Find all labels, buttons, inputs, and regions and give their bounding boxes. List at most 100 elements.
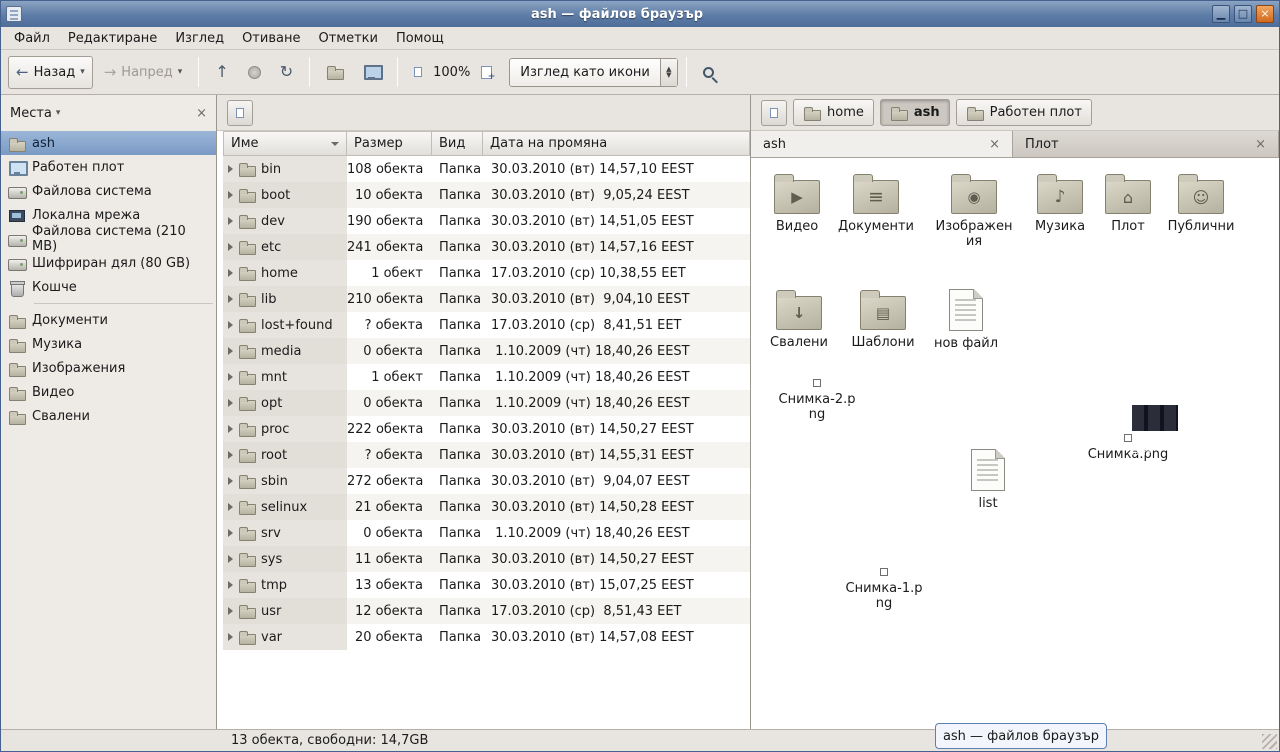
- sidebar-item[interactable]: Шифриран дял (80 GB): [1, 251, 216, 275]
- sidebar-item[interactable]: Файлова система (210 MB): [1, 227, 216, 251]
- expander-icon[interactable]: [228, 425, 233, 433]
- expander-icon[interactable]: [228, 529, 233, 537]
- breadcrumb-button[interactable]: home: [793, 99, 874, 126]
- column-header-size[interactable]: Размер: [347, 131, 432, 156]
- expander-icon[interactable]: [228, 581, 233, 589]
- icon-item[interactable]: list: [944, 446, 1032, 511]
- column-header-name[interactable]: Име: [223, 131, 347, 156]
- menu-item[interactable]: Редактиране: [59, 29, 166, 48]
- file-row[interactable]: sys 11 обекта Папка 30.03.2010 (вт) 14,5…: [223, 546, 750, 572]
- maximize-button[interactable]: □: [1234, 5, 1252, 23]
- sidebar-mode-dropdown-icon[interactable]: ▾: [56, 108, 61, 118]
- expander-icon[interactable]: [228, 607, 233, 615]
- file-row[interactable]: lib 210 обекта Папка 30.03.2010 (вт) 9,0…: [223, 286, 750, 312]
- zoom-out-button[interactable]: [406, 56, 430, 89]
- computer-button[interactable]: [355, 56, 389, 89]
- column-header-type[interactable]: Вид: [432, 131, 483, 156]
- minimize-button[interactable]: ▁: [1212, 5, 1230, 23]
- sidebar-item[interactable]: Видео: [1, 380, 216, 404]
- home-button[interactable]: [318, 56, 352, 89]
- expander-icon[interactable]: [228, 295, 233, 303]
- forward-button[interactable]: → Напред ▾: [96, 56, 191, 89]
- icon-item[interactable]: Видео: [753, 170, 841, 234]
- tab-close-icon[interactable]: ×: [1255, 138, 1266, 151]
- file-row[interactable]: opt 0 обекта Папка 1.10.2009 (чт) 18,40,…: [223, 390, 750, 416]
- file-row[interactable]: sbin 272 обекта Папка 30.03.2010 (вт) 9,…: [223, 468, 750, 494]
- sidebar-item[interactable]: Свалени: [1, 404, 216, 428]
- icon-item[interactable]: Шаблони: [839, 286, 927, 350]
- column-header-date[interactable]: Дата на промяна: [483, 131, 750, 156]
- sidebar-item[interactable]: Файлова система: [1, 179, 216, 203]
- expander-icon[interactable]: [228, 165, 233, 173]
- expander-icon[interactable]: [228, 633, 233, 641]
- icon-item[interactable]: Публични: [1157, 170, 1245, 234]
- icon-item[interactable]: GUADEC Снимка-2.png: [773, 379, 861, 422]
- file-row[interactable]: selinux 21 обекта Папка 30.03.2010 (вт) …: [223, 494, 750, 520]
- sidebar-item[interactable]: [1, 299, 216, 308]
- file-row[interactable]: etc 241 обекта Папка 30.03.2010 (вт) 14,…: [223, 234, 750, 260]
- file-row[interactable]: lost+found ? обекта Папка 17.03.2010 (ср…: [223, 312, 750, 338]
- expander-icon[interactable]: [228, 555, 233, 563]
- menu-item[interactable]: Отметки: [309, 29, 386, 48]
- up-button[interactable]: ↑: [207, 56, 236, 89]
- file-row[interactable]: mnt 1 обект Папка 1.10.2009 (чт) 18,40,2…: [223, 364, 750, 390]
- zoom-in-button[interactable]: +: [473, 56, 500, 89]
- file-row[interactable]: root ? обекта Папка 30.03.2010 (вт) 14,5…: [223, 442, 750, 468]
- location-toggle-button[interactable]: [761, 100, 787, 126]
- expander-icon[interactable]: [228, 477, 233, 485]
- file-row[interactable]: boot 10 обекта Папка 30.03.2010 (вт) 9,0…: [223, 182, 750, 208]
- reload-button[interactable]: ↻: [272, 56, 301, 89]
- view-mode-select[interactable]: Изглед като икони ▲▼: [509, 58, 678, 87]
- sidebar-item[interactable]: Кошче: [1, 275, 216, 299]
- search-button[interactable]: [695, 56, 722, 89]
- taskbar-window-button[interactable]: ash — файлов браузър: [935, 723, 1107, 749]
- breadcrumb-button[interactable]: Работен плот: [956, 99, 1092, 126]
- resize-grip[interactable]: [1262, 734, 1277, 749]
- close-button[interactable]: ×: [1256, 5, 1274, 23]
- expander-icon[interactable]: [228, 347, 233, 355]
- location-toggle-button[interactable]: [227, 100, 253, 126]
- sidebar-close-icon[interactable]: ×: [196, 107, 207, 120]
- file-row[interactable]: home 1 обект Папка 17.03.2010 (ср) 10,38…: [223, 260, 750, 286]
- expander-icon[interactable]: [228, 321, 233, 329]
- menu-item[interactable]: Помощ: [387, 29, 453, 48]
- sidebar-item[interactable]: Документи: [1, 308, 216, 332]
- expander-icon[interactable]: [228, 243, 233, 251]
- expander-icon[interactable]: [228, 191, 233, 199]
- icon-item[interactable]: Изображения: [930, 170, 1018, 249]
- icon-view[interactable]: Видео Документи Изображения: [751, 158, 1279, 729]
- tab-close-icon[interactable]: ×: [989, 138, 1000, 151]
- sidebar-item[interactable]: Изображения: [1, 356, 216, 380]
- tab[interactable]: ash ×: [751, 131, 1013, 157]
- expander-icon[interactable]: [228, 503, 233, 511]
- breadcrumb-button[interactable]: ash: [880, 99, 950, 126]
- expander-icon[interactable]: [228, 217, 233, 225]
- menu-item[interactable]: Отиване: [233, 29, 309, 48]
- titlebar[interactable]: ash — файлов браузър ▁ □ ×: [1, 1, 1279, 27]
- sidebar-item[interactable]: Работен плот: [1, 155, 216, 179]
- icon-item[interactable]: Снимка-1.png: [840, 568, 928, 611]
- file-row[interactable]: srv 0 обекта Папка 1.10.2009 (чт) 18,40,…: [223, 520, 750, 546]
- icon-item[interactable]: Документи: [832, 170, 920, 234]
- menu-item[interactable]: Изглед: [166, 29, 233, 48]
- file-row[interactable]: bin 108 обекта Папка 30.03.2010 (вт) 14,…: [223, 156, 750, 182]
- file-row[interactable]: tmp 13 обекта Папка 30.03.2010 (вт) 15,0…: [223, 572, 750, 598]
- tab[interactable]: Плот ×: [1013, 131, 1279, 157]
- expander-icon[interactable]: [228, 399, 233, 407]
- file-row[interactable]: var 20 обекта Папка 30.03.2010 (вт) 14,5…: [223, 624, 750, 650]
- file-row[interactable]: dev 190 обекта Папка 30.03.2010 (вт) 14,…: [223, 208, 750, 234]
- back-button[interactable]: ← Назад ▾: [8, 56, 93, 89]
- back-dropdown-icon[interactable]: ▾: [80, 67, 85, 77]
- icon-item[interactable]: Свалени: [755, 286, 843, 350]
- sidebar-item[interactable]: Музика: [1, 332, 216, 356]
- expander-icon[interactable]: [228, 451, 233, 459]
- file-row[interactable]: proc 222 обекта Папка 30.03.2010 (вт) 14…: [223, 416, 750, 442]
- spinner-icon[interactable]: ▲▼: [660, 59, 677, 86]
- expander-icon[interactable]: [228, 373, 233, 381]
- icon-item[interactable]: нов файл: [922, 286, 1010, 351]
- file-row[interactable]: media 0 обекта Папка 1.10.2009 (чт) 18,4…: [223, 338, 750, 364]
- menu-item[interactable]: Файл: [5, 29, 59, 48]
- expander-icon[interactable]: [228, 269, 233, 277]
- sidebar-item[interactable]: ash: [1, 131, 216, 155]
- icon-item[interactable]: GNOME Store Снимка.png: [1084, 434, 1172, 462]
